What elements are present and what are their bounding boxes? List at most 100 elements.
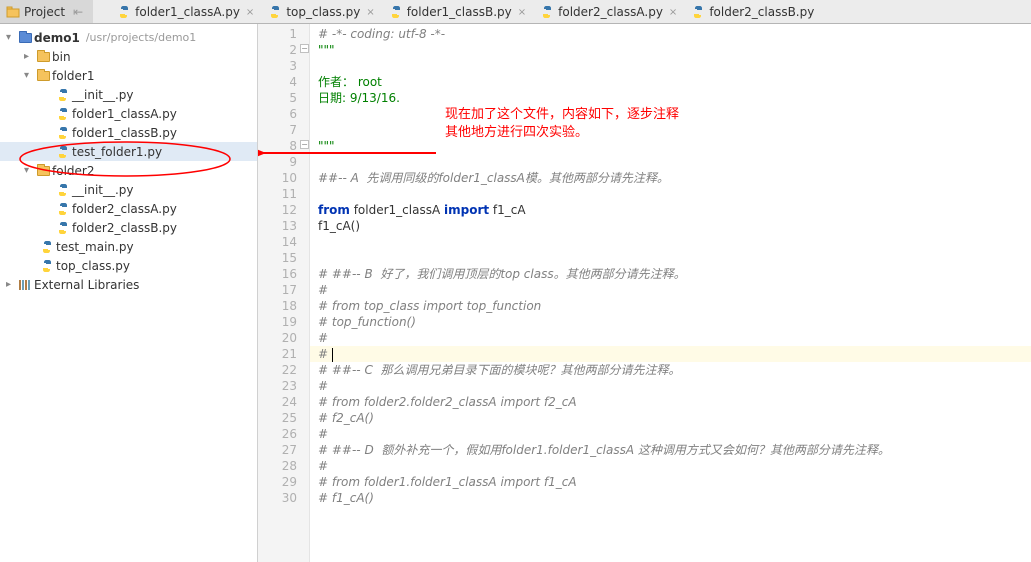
close-icon[interactable]: × <box>364 7 376 18</box>
code-content[interactable]: # -*- coding: utf-8 -*- """ 作者： root 日期:… <box>310 24 1031 562</box>
chevron-right-icon[interactable]: ▸ <box>24 51 34 62</box>
code-comment: # <box>318 459 328 473</box>
close-icon[interactable]: × <box>516 7 528 18</box>
tree-item-bin[interactable]: ▸ bin <box>0 47 257 66</box>
tab-label: folder1_classB.py <box>407 5 512 19</box>
project-icon <box>6 5 20 19</box>
code-comment: 其他两部分请先注释。 <box>549 171 669 185</box>
tree-item-f1-classA[interactable]: folder1_classA.py <box>0 104 257 123</box>
close-icon[interactable]: × <box>667 7 679 18</box>
python-file-icon <box>56 183 70 197</box>
project-folder-icon <box>18 31 32 45</box>
code-editor[interactable]: 12−345678−910111213141516171819202122232… <box>258 24 1031 562</box>
tree-label: top_class.py <box>56 259 130 273</box>
chevron-down-icon[interactable]: ▾ <box>6 32 16 43</box>
code-text: folder1_classA <box>350 203 444 217</box>
editor-tab-top-class[interactable]: top_class.py × <box>262 0 382 24</box>
tree-label: External Libraries <box>34 278 139 292</box>
tree-item-top-class[interactable]: top_class.py <box>0 256 257 275</box>
code-comment: # <box>318 283 328 297</box>
editor-tab-folder2-classB[interactable]: folder2_classB.py <box>685 0 820 24</box>
tree-label: folder2_classB.py <box>72 221 177 235</box>
code-docstring: """ <box>318 43 335 57</box>
python-file-icon <box>56 107 70 121</box>
code-comment: # ##-- C 那么调用兄弟目录下面的模块呢？其他两部分请先注释。 <box>318 363 680 377</box>
folder-icon <box>36 69 50 83</box>
tree-label: __init__.py <box>72 88 134 102</box>
tab-bar: Project ⇤ folder1_classA.py × top_class.… <box>0 0 1031 24</box>
python-file-icon <box>117 5 131 19</box>
python-file-icon <box>56 88 70 102</box>
tool-panel-title: Project <box>24 5 65 19</box>
python-file-icon <box>56 202 70 216</box>
tree-root[interactable]: ▾ demo1 /usr/projects/demo1 <box>0 28 257 47</box>
tree-item-f2-classA[interactable]: folder2_classA.py <box>0 199 257 218</box>
tree-item-init1[interactable]: __init__.py <box>0 85 257 104</box>
close-icon[interactable]: × <box>244 7 256 18</box>
annotation-line: 其他地方进行四次实验。 <box>445 124 679 142</box>
tree-label: folder1_classA.py <box>72 107 177 121</box>
main-area: ▾ demo1 /usr/projects/demo1 ▸ bin ▾ fold… <box>0 24 1031 562</box>
project-tree[interactable]: ▾ demo1 /usr/projects/demo1 ▸ bin ▾ fold… <box>0 24 258 562</box>
python-file-icon <box>40 259 54 273</box>
tree-label: bin <box>52 50 71 64</box>
code-comment: # <box>318 427 328 441</box>
code-comment: # <box>318 331 328 345</box>
tab-label: folder1_classA.py <box>135 5 240 19</box>
tree-label: test_main.py <box>56 240 134 254</box>
hide-panel-icon[interactable]: ⇤ <box>69 5 87 19</box>
tree-item-f2-classB[interactable]: folder2_classB.py <box>0 218 257 237</box>
annotation-arrow <box>258 142 438 164</box>
chevron-right-icon[interactable]: ▸ <box>6 279 16 290</box>
annotation-text: 现在加了这个文件，内容如下，逐步注释 其他地方进行四次实验。 <box>445 106 679 142</box>
code-comment: ##-- A 先调用同级的folder1_classA模。 <box>318 171 549 185</box>
root-path: /usr/projects/demo1 <box>86 31 196 44</box>
chevron-down-icon[interactable]: ▾ <box>24 70 34 81</box>
code-text: f1_cA <box>489 203 525 217</box>
code-comment: # -*- coding: utf-8 -*- <box>318 27 445 41</box>
python-file-icon <box>56 221 70 235</box>
tree-item-init2[interactable]: __init__.py <box>0 180 257 199</box>
python-file-icon <box>389 5 403 19</box>
tree-label: folder1 <box>52 69 94 83</box>
code-comment: # f2_cA() <box>318 411 374 425</box>
root-label: demo1 <box>34 31 80 45</box>
tree-item-folder1[interactable]: ▾ folder1 <box>0 66 257 85</box>
library-icon <box>18 279 32 291</box>
tab-label: folder2_classA.py <box>558 5 663 19</box>
code-keyword: from <box>318 203 350 217</box>
text-cursor <box>332 348 333 362</box>
tool-panel-tab[interactable]: Project ⇤ <box>0 0 93 24</box>
code-text: f1_cA() <box>318 219 360 233</box>
fold-icon[interactable]: − <box>300 44 309 53</box>
editor-tab-folder2-classA[interactable]: folder2_classA.py × <box>534 0 685 24</box>
code-docstring: 日期: 9/13/16. <box>318 91 400 105</box>
code-comment: # ##-- D 额外补充一个，假如用folder1.folder1_class… <box>318 443 890 457</box>
annotation-ellipse <box>10 138 240 180</box>
tree-item-test-main[interactable]: test_main.py <box>0 237 257 256</box>
code-comment: # ##-- B 好了，我们调用顶层的top class。其他两部分请先注释。 <box>318 267 686 281</box>
code-keyword: import <box>444 203 489 217</box>
tree-item-external-libs[interactable]: ▸ External Libraries <box>0 275 257 294</box>
tree-label: folder2_classA.py <box>72 202 177 216</box>
code-comment: # <box>318 347 332 361</box>
folder-icon <box>36 50 50 64</box>
code-comment: # from top_class import top_function <box>318 299 541 313</box>
code-comment: # top_function() <box>318 315 416 329</box>
tab-label: top_class.py <box>286 5 360 19</box>
code-docstring: 作者： root <box>318 75 382 89</box>
editor-tab-folder1-classB[interactable]: folder1_classB.py × <box>383 0 534 24</box>
code-comment: # from folder2.folder2_classA import f2_… <box>318 395 577 409</box>
code-comment: # f1_cA() <box>318 491 374 505</box>
tab-label: folder2_classB.py <box>709 5 814 19</box>
editor-tab-folder1-classA[interactable]: folder1_classA.py × <box>111 0 262 24</box>
code-comment: # <box>318 379 328 393</box>
code-comment: # from folder1.folder1_classA import f1_… <box>318 475 577 489</box>
line-gutter: 12−345678−910111213141516171819202122232… <box>258 24 310 562</box>
python-file-icon <box>268 5 282 19</box>
tree-label: __init__.py <box>72 183 134 197</box>
python-file-icon <box>540 5 554 19</box>
annotation-line: 现在加了这个文件，内容如下，逐步注释 <box>445 106 679 124</box>
python-file-icon <box>40 240 54 254</box>
python-file-icon <box>691 5 705 19</box>
